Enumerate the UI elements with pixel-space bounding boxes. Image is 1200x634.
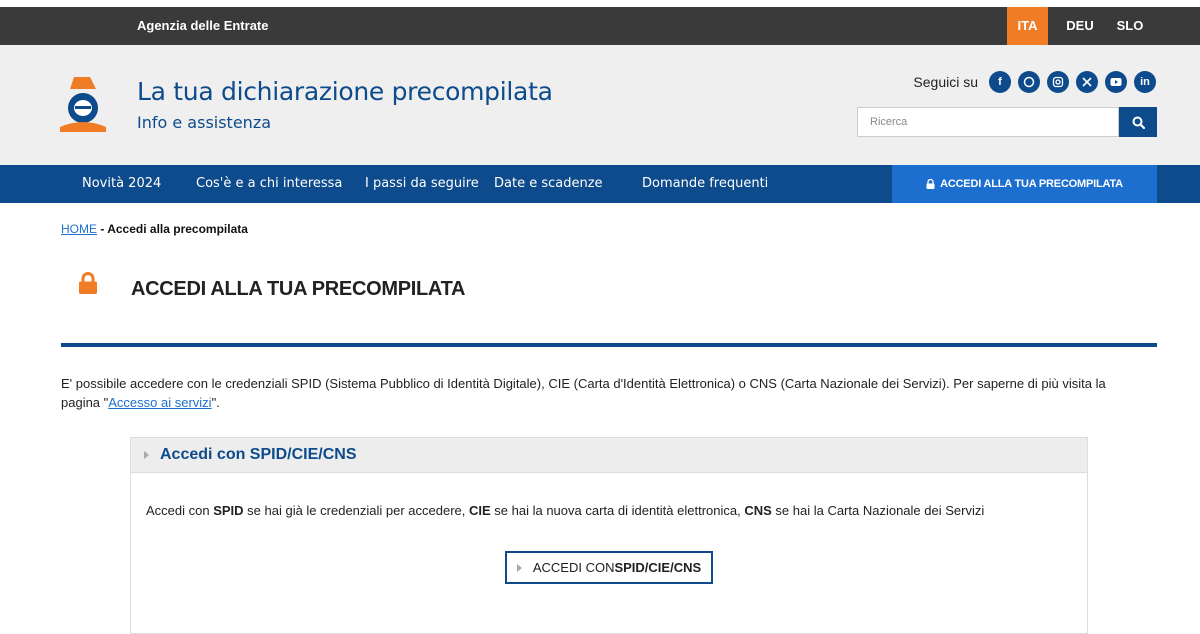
site-subtitle[interactable]: Info e assistenza <box>137 113 271 132</box>
caret-right-icon <box>144 451 149 459</box>
nav-item-passi[interactable]: I passi da seguire <box>365 165 479 203</box>
lock-icon <box>926 179 935 189</box>
linkedin-icon[interactable]: in <box>1134 71 1156 93</box>
accesso-servizi-link[interactable]: Accesso ai servizi <box>108 395 211 410</box>
page-title: ACCEDI ALLA TUA PRECOMPILATA <box>131 278 466 300</box>
breadcrumb-separator: - <box>97 222 108 236</box>
language-ita[interactable]: ITA <box>1007 7 1048 45</box>
breadcrumb: HOME - Accedi alla precompilata <box>61 222 248 236</box>
access-panel-text: Accedi con SPID se hai già le credenzial… <box>146 503 984 518</box>
nav-item-date[interactable]: Date e scadenze <box>494 165 603 203</box>
intro-text: E' possibile accedere con le credenziali… <box>61 374 1131 412</box>
nav-item-domande[interactable]: Domande frequenti <box>642 165 768 203</box>
facebook-icon[interactable]: f <box>989 71 1011 93</box>
x-icon[interactable] <box>1076 71 1098 93</box>
access-panel: Accedi con SPID/CIE/CNS Accedi con SPID … <box>130 437 1088 634</box>
breadcrumb-current: Accedi alla precompilata <box>107 222 248 236</box>
language-slo[interactable]: SLO <box>1110 7 1150 45</box>
whatsapp-icon[interactable] <box>1018 71 1040 93</box>
nav-item-novita[interactable]: Novità 2024 <box>82 165 161 203</box>
panel-text-spid: SPID <box>213 503 244 518</box>
breadcrumb-home[interactable]: HOME <box>61 222 97 236</box>
site-header: La tua dichiarazione precompilata Info e… <box>0 45 1200 165</box>
panel-text-part: Accedi con <box>146 503 214 518</box>
search-button[interactable] <box>1119 107 1157 137</box>
access-panel-title: Accedi con SPID/CIE/CNS <box>160 446 357 463</box>
language-deu[interactable]: DEU <box>1060 7 1100 45</box>
search-icon <box>1132 116 1145 129</box>
instagram-icon[interactable] <box>1047 71 1069 93</box>
access-button-prefix: ACCEDI CON <box>532 560 615 575</box>
access-button-bold: SPID/CIE/CNS <box>614 560 702 575</box>
site-title[interactable]: La tua dichiarazione precompilata <box>137 77 553 106</box>
panel-text-cie: CIE <box>469 503 491 518</box>
social-links: Seguici su f in <box>913 70 1156 94</box>
panel-text-part: se hai la Carta Nazionale dei Servizi <box>771 503 985 518</box>
follow-label: Seguici su <box>913 74 978 90</box>
nav-access-label: ACCEDI ALLA TUA PRECOMPILATA <box>940 178 1123 190</box>
agency-name[interactable]: Agenzia delle Entrate <box>137 7 268 45</box>
main-nav: Novità 2024 Cos'è e a chi interessa I pa… <box>0 165 1200 203</box>
search-input[interactable] <box>857 107 1119 137</box>
title-divider <box>61 343 1157 347</box>
lock-icon <box>79 272 97 294</box>
nav-item-cose[interactable]: Cos'è e a chi interessa <box>196 165 342 203</box>
agenzia-logo-icon[interactable] <box>58 75 108 132</box>
panel-text-cns: CNS <box>744 503 772 518</box>
panel-text-part: se hai la nuova carta di identità elettr… <box>490 503 745 518</box>
intro-text-after: ". <box>211 395 220 410</box>
access-panel-header[interactable]: Accedi con SPID/CIE/CNS <box>131 438 1087 473</box>
caret-right-icon <box>516 563 522 572</box>
top-bar: Agenzia delle Entrate ITA DEU SLO <box>0 7 1200 45</box>
panel-text-part: se hai già le credenziali per accedere, <box>243 503 470 518</box>
access-spid-cie-cns-button[interactable]: ACCEDI CON SPID/CIE/CNS <box>505 551 713 584</box>
search-box <box>857 107 1157 137</box>
nav-access-button[interactable]: ACCEDI ALLA TUA PRECOMPILATA <box>892 165 1157 203</box>
youtube-icon[interactable] <box>1105 71 1127 93</box>
